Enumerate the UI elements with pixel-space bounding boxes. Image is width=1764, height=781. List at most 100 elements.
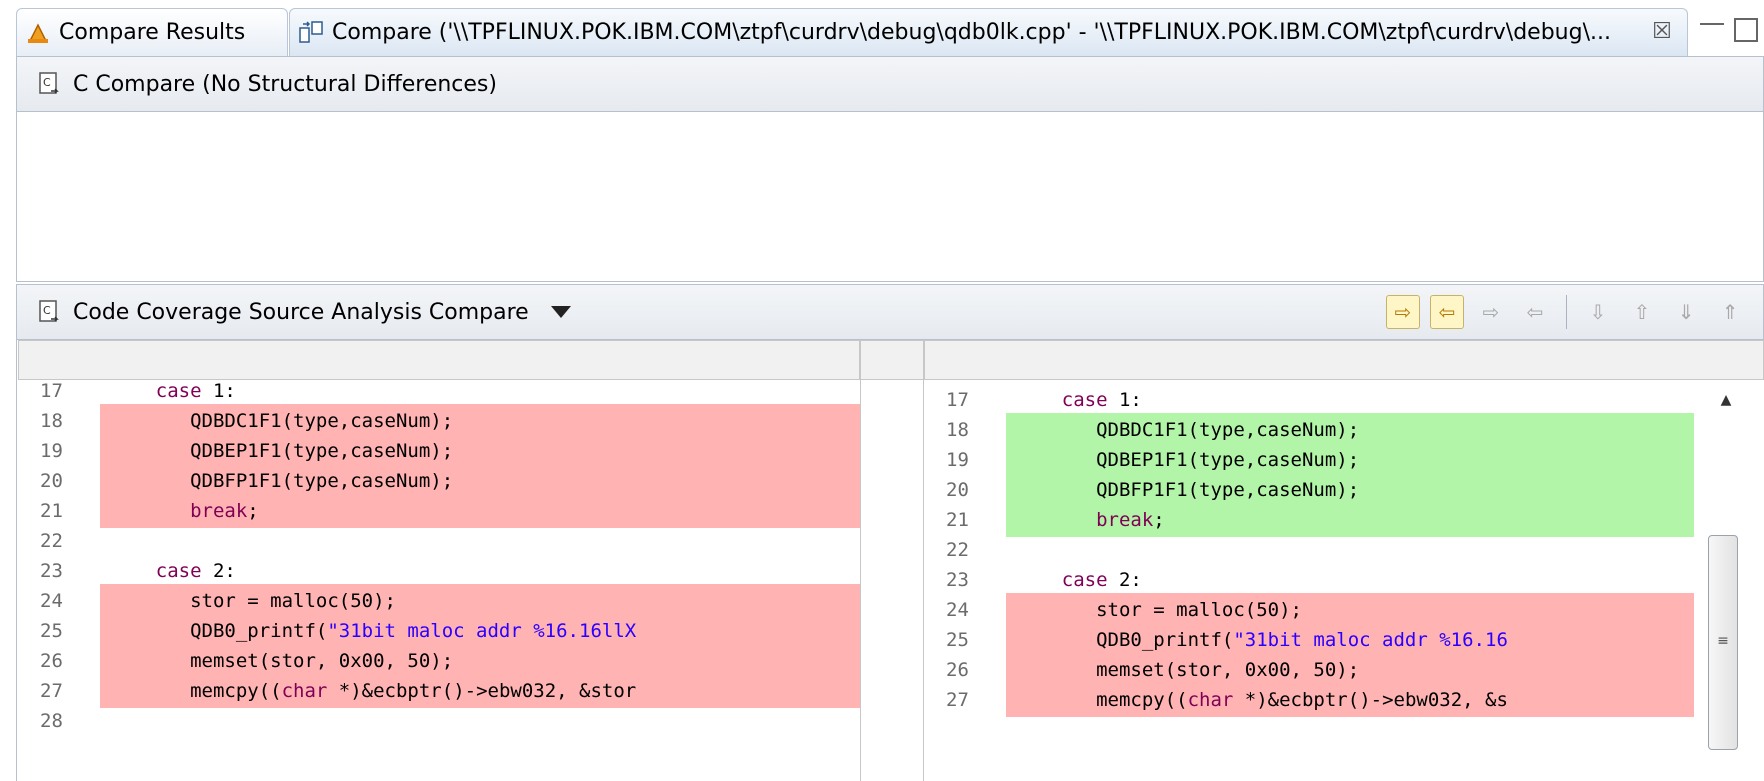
structure-compare-header: C C Compare (No Structural Differences) — [16, 56, 1764, 112]
code-text: stor = malloc(50); — [100, 584, 860, 618]
line-number: 19 — [946, 449, 969, 471]
line-number: 24 — [946, 599, 969, 621]
scroll-grip-icon: ≡ — [1717, 633, 1729, 649]
code-line[interactable]: 21 break; — [18, 494, 860, 528]
toolbar-separator — [1566, 295, 1567, 329]
code-text: QDB0_printf("31bit maloc addr %16.16llX — [100, 614, 860, 648]
previous-change-button[interactable]: ⇑ — [1713, 295, 1747, 329]
code-text: memset(stor, 0x00, 50); — [100, 644, 860, 678]
code-line[interactable]: 27 memcpy((char *)&ecbptr()->ebw032, &s — [924, 683, 1694, 717]
code-line[interactable]: 17 case 1: — [924, 383, 1694, 417]
code-line[interactable]: 23 case 2: — [18, 554, 860, 588]
line-number: 18 — [40, 410, 63, 432]
close-tab-icon[interactable]: ☒ — [1648, 18, 1676, 46]
compare-editor-icon — [298, 20, 324, 46]
code-text: QDBFP1F1(type,caseNum); — [100, 464, 860, 498]
view-window-controls — [1700, 10, 1764, 50]
line-number: 27 — [40, 680, 63, 702]
scroll-up-arrow-icon[interactable]: ▲ — [1716, 392, 1736, 412]
line-number: 28 — [40, 710, 63, 732]
code-line[interactable]: 19 QDBEP1F1(type,caseNum); — [18, 434, 860, 468]
line-number: 22 — [40, 530, 63, 552]
code-line[interactable]: 23 case 2: — [924, 563, 1694, 597]
left-file-header — [18, 340, 860, 380]
code-line[interactable]: 19 QDBEP1F1(type,caseNum); — [924, 443, 1694, 477]
code-text: case 1: — [1061, 389, 1142, 411]
code-line[interactable]: 20 QDBFP1F1(type,caseNum); — [924, 473, 1694, 507]
code-line[interactable]: 21 break; — [924, 503, 1694, 537]
tab-compare-results-label: Compare Results — [59, 20, 246, 45]
line-number: 22 — [946, 539, 969, 561]
code-text: memset(stor, 0x00, 50); — [1006, 653, 1694, 687]
code-line[interactable]: 26 memset(stor, 0x00, 50); — [924, 653, 1694, 687]
code-line[interactable]: 27 memcpy((char *)&ecbptr()->ebw032, &st… — [18, 674, 860, 708]
code-line[interactable]: 18 QDBDC1F1(type,caseNum); — [924, 413, 1694, 447]
maximize-icon[interactable] — [1734, 18, 1758, 42]
code-text: QDBFP1F1(type,caseNum); — [1006, 473, 1694, 507]
code-line[interactable]: 18 QDBDC1F1(type,caseNum); — [18, 404, 860, 438]
svg-text:C: C — [43, 304, 51, 317]
code-line[interactable]: 22 — [18, 524, 860, 558]
line-number: 27 — [946, 689, 969, 711]
code-text: break; — [100, 494, 860, 528]
line-number: 24 — [40, 590, 63, 612]
line-number: 23 — [946, 569, 969, 591]
copy-current-right-to-left-button[interactable]: ⇦ — [1518, 295, 1552, 329]
code-text: QDBEP1F1(type,caseNum); — [100, 434, 860, 468]
center-diff-gutter[interactable] — [860, 380, 924, 781]
left-source-pane[interactable]: 17 case 1: 18 QDBDC1F1(type,caseNum); 19 Q… — [18, 380, 860, 781]
code-line[interactable]: 25 QDB0_printf("31bit maloc addr %16.16l… — [18, 614, 860, 648]
code-line[interactable]: 24 stor = malloc(50); — [18, 584, 860, 618]
line-number: 25 — [40, 620, 63, 642]
line-number: 17 — [946, 389, 969, 411]
line-number: 23 — [40, 560, 63, 582]
tab-compare-files-label: Compare ('\\TPFLINUX.POK.IBM.COM\ztpf\cu… — [332, 20, 1611, 45]
line-number: 20 — [40, 470, 63, 492]
line-number: 26 — [946, 659, 969, 681]
code-text: QDBEP1F1(type,caseNum); — [1006, 443, 1694, 477]
minimize-icon[interactable] — [1700, 23, 1724, 29]
code-line[interactable]: 28 — [18, 704, 860, 738]
line-number: 26 — [40, 650, 63, 672]
copy-current-left-to-right-button[interactable]: ⇨ — [1474, 295, 1508, 329]
code-line[interactable]: 22 — [924, 533, 1694, 567]
structure-compare-title: C Compare (No Structural Differences) — [73, 71, 497, 97]
code-text: QDBDC1F1(type,caseNum); — [1006, 413, 1694, 447]
line-number: 21 — [40, 500, 63, 522]
compare-toolbar: ⇨ ⇦ ⇨ ⇦ ⇩ ⇧ ⇓ ⇑ — [1386, 294, 1747, 330]
code-line[interactable]: 25 QDB0_printf("31bit maloc addr %16.16 — [924, 623, 1694, 657]
center-gutter-header — [860, 340, 924, 380]
previous-difference-button[interactable]: ⇧ — [1625, 295, 1659, 329]
source-compare-title: Code Coverage Source Analysis Compare — [73, 299, 529, 325]
viewer-dropdown-icon[interactable] — [550, 306, 571, 318]
code-line[interactable]: 20 QDBFP1F1(type,caseNum); — [18, 464, 860, 498]
line-number: 19 — [40, 440, 63, 462]
code-text: QDBDC1F1(type,caseNum); — [100, 404, 860, 438]
c-compare-icon: C — [37, 299, 63, 325]
code-line[interactable]: 26 memset(stor, 0x00, 50); — [18, 644, 860, 678]
code-line[interactable]: 24 stor = malloc(50); — [924, 593, 1694, 627]
line-number: 25 — [946, 629, 969, 651]
line-number: 20 — [946, 479, 969, 501]
code-text: stor = malloc(50); — [1006, 593, 1694, 627]
tab-compare-results[interactable]: Compare Results — [16, 8, 288, 56]
compare-results-icon — [25, 20, 51, 46]
next-change-button[interactable]: ⇓ — [1669, 295, 1703, 329]
code-text: case 2: — [1061, 569, 1142, 591]
right-file-header — [924, 340, 1764, 380]
right-source-pane[interactable]: 17 case 1: 18 QDBDC1F1(type,caseNum); 19 Q… — [924, 380, 1694, 781]
svg-text:C: C — [43, 76, 51, 89]
code-text: break; — [1006, 503, 1694, 537]
c-compare-icon: C — [37, 71, 63, 97]
code-text: QDB0_printf("31bit maloc addr %16.16 — [1006, 623, 1694, 657]
code-text: memcpy((char *)&ecbptr()->ebw032, &stor — [100, 674, 860, 708]
next-difference-button[interactable]: ⇩ — [1581, 295, 1615, 329]
copy-all-left-to-right-button[interactable]: ⇨ — [1386, 295, 1420, 329]
tab-compare-files[interactable]: Compare ('\\TPFLINUX.POK.IBM.COM\ztpf\cu… — [289, 8, 1688, 56]
code-text: memcpy((char *)&ecbptr()->ebw032, &s — [1006, 683, 1694, 717]
line-number: 21 — [946, 509, 969, 531]
code-text: case 2: — [155, 560, 236, 582]
copy-all-right-to-left-button[interactable]: ⇦ — [1430, 295, 1464, 329]
